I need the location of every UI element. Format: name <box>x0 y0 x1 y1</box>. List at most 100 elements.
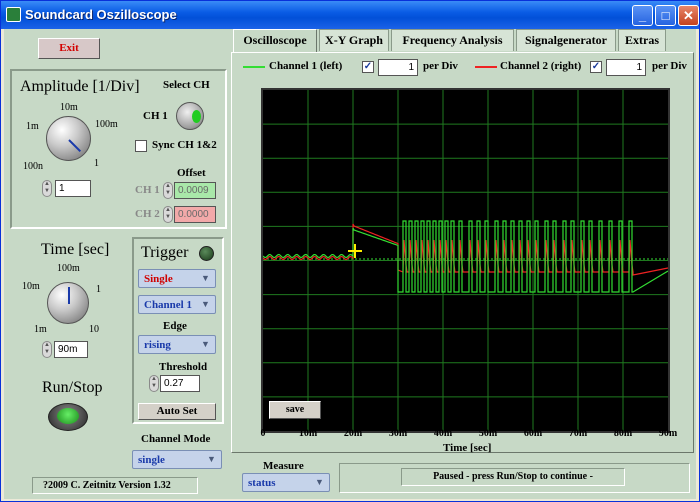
ch1-enable-checkbox[interactable]: ✓ <box>362 61 374 73</box>
amp-scale-1: 1 <box>94 158 99 169</box>
chevron-down-icon: ▼ <box>201 299 210 309</box>
measure-value: status <box>248 477 276 489</box>
channel-mode-select[interactable]: single ▼ <box>132 450 222 469</box>
time-scale-1: 1 <box>96 284 101 295</box>
time-scale-10: 10 <box>89 324 99 335</box>
measure-label: Measure <box>263 460 304 472</box>
x-tick-label: 20m <box>343 428 363 439</box>
tab-oscilloscope[interactable]: Oscilloscope <box>233 29 317 53</box>
x-tick-label: 10m <box>298 428 318 439</box>
chevron-down-icon: ▼ <box>201 339 210 349</box>
client-area: Exit Amplitude [1/Div] 10m 1m 100m 100n … <box>4 29 696 499</box>
amplitude-spinner[interactable]: ▲ ▼ <box>42 180 52 197</box>
sync-label: Sync CH 1&2 <box>152 139 217 151</box>
edge-label: Edge <box>163 320 187 332</box>
time-title: Time [sec] <box>41 241 110 258</box>
window-title: Soundcard Oszilloscope <box>25 7 177 22</box>
time-scale-10m: 10m <box>22 281 40 292</box>
maximize-button[interactable]: □ <box>655 5 676 26</box>
run-stop-label: Run/Stop <box>42 379 103 396</box>
minimize-button[interactable]: _ <box>632 5 653 26</box>
x-tick-label: 0 <box>260 428 266 439</box>
ch2-name: Channel 2 (right) <box>500 60 582 72</box>
chevron-down-icon: ▼ <box>315 477 324 487</box>
auto-set-button[interactable]: Auto Set <box>138 403 216 420</box>
offset-ch2-spinner[interactable]: ▲ ▼ <box>163 206 173 223</box>
threshold-label: Threshold <box>159 361 208 373</box>
oscilloscope-plot[interactable]: save <box>261 88 670 433</box>
close-button[interactable]: ✕ <box>678 5 699 26</box>
offset-ch1-spinner[interactable]: ▲ ▼ <box>163 182 173 199</box>
amp-scale-100n: 100n <box>23 161 43 172</box>
measure-select[interactable]: status ▼ <box>242 473 330 492</box>
trigger-source-value: Channel 1 <box>144 299 192 311</box>
time-input[interactable]: 90m <box>54 341 88 358</box>
x-tick-label: 40m <box>433 428 453 439</box>
ch1-per-div-label: per Div <box>423 60 458 72</box>
app-icon <box>6 7 21 22</box>
plot-grid <box>263 90 668 431</box>
x-tick-label: 90m <box>658 428 678 439</box>
save-button[interactable]: save <box>269 401 321 419</box>
offset-ch1-label: CH 1 <box>135 184 160 196</box>
channel-mode-label: Channel Mode <box>141 433 211 445</box>
title-bar: Soundcard Oszilloscope _ □ ✕ <box>1 1 699 29</box>
ch2-per-div-input[interactable]: 1 <box>606 59 646 76</box>
amplitude-input[interactable]: 1 <box>55 180 91 197</box>
ch1-name: Channel 1 (left) <box>269 60 343 72</box>
trigger-source-select[interactable]: Channel 1 ▼ <box>138 295 216 314</box>
tab-xy-graph[interactable]: X-Y Graph <box>319 29 389 51</box>
x-tick-label: 70m <box>568 428 588 439</box>
amp-scale-100m: 100m <box>95 119 118 130</box>
amp-scale-1m: 1m <box>26 121 39 132</box>
x-tick-label: 80m <box>613 428 633 439</box>
amplitude-title: Amplitude [1/Div] <box>20 78 140 95</box>
ch1-color-swatch <box>243 66 265 68</box>
trigger-title: Trigger <box>141 244 189 261</box>
time-scale-100m: 100m <box>57 263 80 274</box>
threshold-input[interactable]: 0.27 <box>160 375 200 392</box>
ch2-trace <box>262 223 669 276</box>
x-tick-label: 60m <box>523 428 543 439</box>
time-knob[interactable] <box>47 282 89 324</box>
threshold-spinner[interactable]: ▲ ▼ <box>149 375 159 392</box>
ch-select-label: CH 1 <box>143 110 168 122</box>
amp-scale-10m: 10m <box>60 102 78 113</box>
trigger-cursor-icon <box>348 244 362 258</box>
chevron-down-icon: ▼ <box>201 273 210 283</box>
x-tick-label: 50m <box>478 428 498 439</box>
plot-svg <box>262 90 669 431</box>
ch2-enable-checkbox[interactable]: ✓ <box>590 61 602 73</box>
ch1-per-div-input[interactable]: 1 <box>378 59 418 76</box>
time-scale-1m: 1m <box>34 324 47 335</box>
tab-frequency-analysis[interactable]: Frequency Analysis <box>391 29 514 51</box>
exit-button[interactable]: Exit <box>38 38 100 59</box>
trigger-mode-value: Single <box>144 273 173 285</box>
amplitude-knob[interactable] <box>46 116 91 161</box>
x-tick-label: 30m <box>388 428 408 439</box>
tab-extras[interactable]: Extras <box>618 29 666 51</box>
ch2-color-swatch <box>475 66 497 68</box>
ch2-per-div-label: per Div <box>652 60 687 72</box>
tab-signalgenerator[interactable]: Signalgenerator <box>516 29 616 51</box>
select-ch-label: Select CH <box>163 79 210 91</box>
offset-ch2-input[interactable]: 0.0000 <box>174 206 216 223</box>
sync-checkbox[interactable] <box>135 140 147 152</box>
trigger-led <box>199 246 214 261</box>
offset-label: Offset <box>177 167 206 179</box>
trigger-mode-select[interactable]: Single ▼ <box>138 269 216 288</box>
time-spinner[interactable]: ▲ ▼ <box>42 341 52 358</box>
ch-select-toggle[interactable] <box>176 102 204 130</box>
offset-ch2-label: CH 2 <box>135 208 160 220</box>
run-stop-button[interactable] <box>48 403 88 431</box>
version-label: ?2009 C. Zeitnitz Version 1.32 <box>32 477 198 494</box>
status-frame: Paused - press Run/Stop to continue - <box>339 463 690 493</box>
offset-ch1-input[interactable]: 0.0009 <box>174 182 216 199</box>
x-axis-label: Time [sec] <box>443 442 492 454</box>
chevron-down-icon: ▼ <box>207 454 216 464</box>
status-text: Paused - press Run/Stop to continue - <box>401 468 625 486</box>
edge-value: rising <box>144 339 171 351</box>
edge-select[interactable]: rising ▼ <box>138 335 216 354</box>
app-window: Soundcard Oszilloscope _ □ ✕ Exit Amplit… <box>0 0 700 502</box>
channel-mode-value: single <box>138 454 165 466</box>
